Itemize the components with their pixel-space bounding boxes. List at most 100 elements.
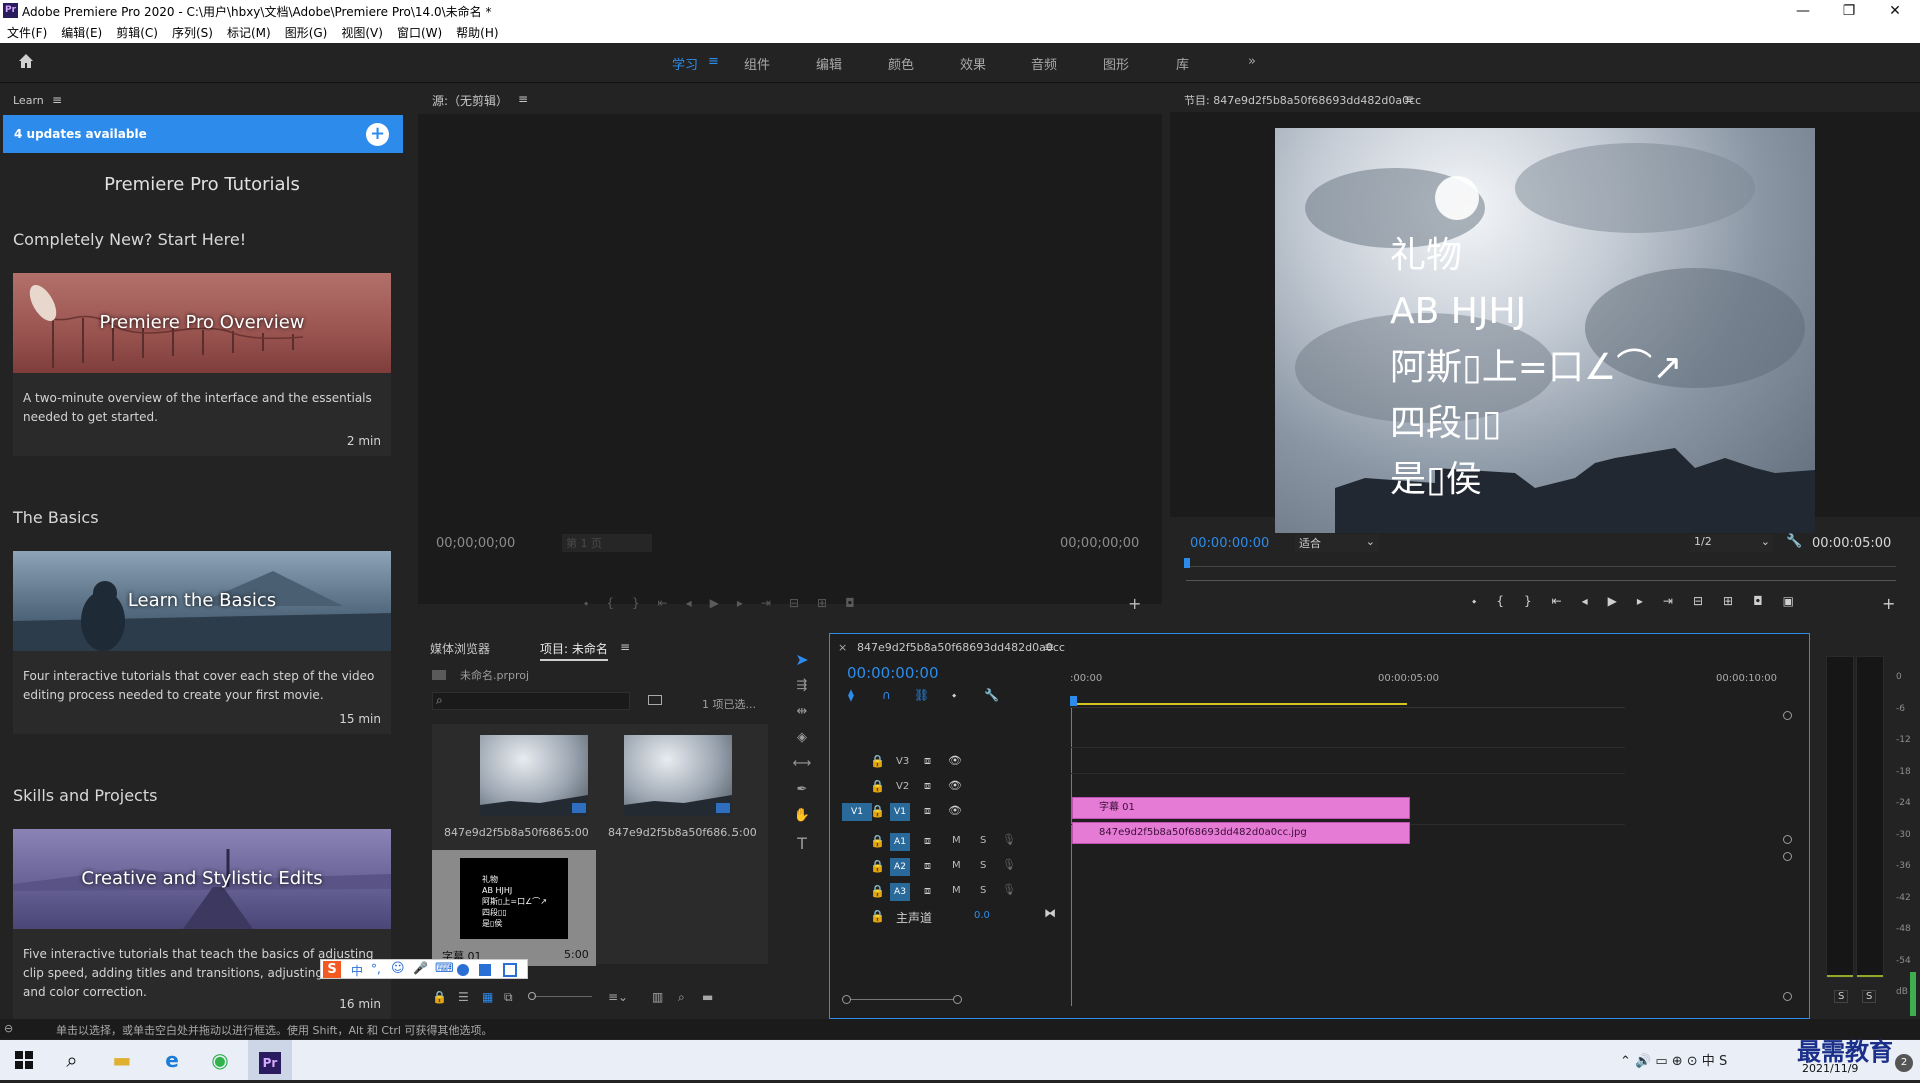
mute-button[interactable]: M bbox=[952, 860, 961, 871]
timeline-timecode[interactable]: 00:00:00:00 bbox=[847, 664, 939, 682]
playhead[interactable] bbox=[1184, 558, 1190, 568]
ime-mode[interactable]: 中 bbox=[351, 962, 363, 979]
search-icon[interactable]: ⌕ bbox=[48, 1040, 96, 1080]
wrench-icon[interactable]: 🔧 bbox=[984, 688, 999, 702]
master-volume[interactable]: 0.0 bbox=[974, 910, 990, 921]
tutorial-card-creative[interactable]: Creative and Stylistic Edits Five intera… bbox=[13, 829, 391, 1019]
home-icon[interactable] bbox=[16, 51, 38, 73]
track-target-v1[interactable]: V1 bbox=[890, 803, 910, 821]
panel-menu-icon[interactable]: ≡ bbox=[620, 640, 630, 654]
workspace-editing[interactable]: 编辑 bbox=[816, 54, 842, 73]
selection-tool-icon[interactable]: ➤ bbox=[792, 650, 812, 669]
ime-emoji-icon[interactable]: ☺ bbox=[391, 961, 405, 976]
workspace-menu-icon[interactable]: ≡ bbox=[708, 54, 719, 69]
sync-lock-icon[interactable]: ⧈ bbox=[924, 859, 931, 873]
ime-punct-icon[interactable]: °, bbox=[371, 962, 381, 976]
windows-start-icon[interactable] bbox=[0, 1040, 48, 1080]
menu-markers[interactable]: 标记(M) bbox=[220, 22, 278, 41]
new-bin-icon[interactable] bbox=[648, 695, 662, 705]
go-to-end-icon[interactable]: ⧓ bbox=[1044, 906, 1056, 920]
type-tool-icon[interactable]: T bbox=[792, 834, 812, 853]
workspace-graphics[interactable]: 图形 bbox=[1103, 54, 1129, 73]
pen-tool-icon[interactable]: ✒ bbox=[792, 782, 812, 797]
track-target-a2[interactable]: A2 bbox=[890, 858, 910, 876]
time-ruler[interactable]: :00:00 00:00:05:00 00:00:10:00 bbox=[1070, 664, 1777, 708]
zoom-slider[interactable] bbox=[528, 989, 594, 1000]
menu-view[interactable]: 视图(V) bbox=[334, 22, 390, 41]
add-button-icon[interactable]: + bbox=[1882, 594, 1895, 613]
nest-icon[interactable]: ⧫ bbox=[848, 688, 854, 702]
lock-icon[interactable]: 🔒 bbox=[870, 754, 886, 768]
system-tray[interactable]: ⌃ 🔊 ▭ ⊕ ⊙ 中 S bbox=[1620, 1050, 1727, 1069]
menu-sequence[interactable]: 序列(S) bbox=[165, 22, 220, 41]
workspace-effects[interactable]: 效果 bbox=[960, 54, 986, 73]
mic-icon[interactable]: 🎙 bbox=[1002, 883, 1016, 896]
tab-media-browser[interactable]: 媒体浏览器 bbox=[430, 640, 490, 657]
maximize-button[interactable]: ❐ bbox=[1826, 0, 1872, 22]
menu-window[interactable]: 窗口(W) bbox=[390, 22, 449, 41]
lock-icon[interactable]: 🔒 bbox=[870, 859, 886, 873]
meter-volume-slider[interactable] bbox=[1910, 972, 1916, 1016]
razor-tool-icon[interactable]: ◈ bbox=[792, 730, 812, 745]
panel-menu-icon[interactable]: ≡ bbox=[518, 92, 528, 106]
add-icon[interactable]: + bbox=[366, 123, 389, 146]
ime-voice-icon[interactable]: 🎤 bbox=[413, 961, 428, 975]
premiere-taskbar-icon[interactable]: Pr bbox=[248, 1040, 292, 1080]
linked-selection-icon[interactable]: ⛓ bbox=[914, 688, 929, 702]
ime-toolbar[interactable]: S 中 °, ☺ 🎤 ⌨ bbox=[320, 959, 528, 979]
file-explorer-icon[interactable]: ▬ bbox=[98, 1040, 146, 1080]
sync-lock-icon[interactable]: ⧈ bbox=[924, 834, 931, 848]
eye-icon[interactable]: 👁 bbox=[948, 779, 962, 792]
ripple-edit-tool-icon[interactable]: ⇹ bbox=[792, 704, 812, 719]
sogou-icon[interactable]: S bbox=[323, 961, 341, 978]
new-bin-icon[interactable]: ▬ bbox=[702, 990, 713, 1004]
notification-icon[interactable]: 2 bbox=[1895, 1054, 1913, 1072]
project-item[interactable]: 礼物 AB HJHJ 阿斯▯上=口∠⌒↗ 四段▯▯ 是▯侯 字幕 01 5:00 bbox=[432, 850, 596, 966]
sync-lock-icon[interactable]: ⧈ bbox=[924, 754, 931, 768]
updates-banner[interactable]: 4 updates available + bbox=[3, 115, 403, 153]
lock-icon[interactable]: 🔒 bbox=[870, 779, 886, 793]
workspace-learn[interactable]: 学习 bbox=[672, 54, 698, 73]
timeline-clip-image[interactable]: 847e9d2f5b8a50f68693dd482d0a0cc.jpg bbox=[1072, 822, 1410, 844]
find-icon[interactable]: ⌕ bbox=[678, 990, 685, 1005]
lock-icon[interactable]: 🔒 bbox=[870, 884, 886, 898]
project-item[interactable]: 847e9d2f5b8a50f686... 5:00 bbox=[600, 726, 762, 844]
add-marker-icon[interactable]: ⬩ bbox=[952, 688, 956, 703]
tutorial-card-overview[interactable]: Premiere Pro Overview A two-minute overv… bbox=[13, 273, 391, 456]
lock-icon[interactable]: 🔒 bbox=[432, 990, 447, 1004]
close-tab-icon[interactable]: × bbox=[838, 641, 847, 654]
sequence-tab[interactable]: 847e9d2f5b8a50f68693dd482d0a0cc bbox=[857, 641, 1065, 654]
icon-view-icon[interactable]: ▦ bbox=[482, 990, 493, 1004]
fit-select[interactable]: 适合 ⌄ bbox=[1295, 534, 1379, 552]
freeform-view-icon[interactable]: ⧉ bbox=[504, 990, 513, 1005]
track-target-a3[interactable]: A3 bbox=[890, 883, 910, 901]
mic-icon[interactable]: 🎙 bbox=[1002, 858, 1016, 871]
tab-project[interactable]: 项目: 未命名 bbox=[540, 640, 608, 661]
workspace-assembly[interactable]: 组件 bbox=[744, 54, 770, 73]
search-input[interactable]: ⌕ bbox=[432, 692, 630, 710]
solo-left-button[interactable]: S bbox=[1834, 990, 1849, 1003]
eye-icon[interactable]: 👁 bbox=[948, 754, 962, 767]
snap-icon[interactable]: ∩ bbox=[882, 688, 891, 702]
close-button[interactable]: ✕ bbox=[1872, 0, 1918, 22]
horizontal-scrollbar[interactable] bbox=[842, 994, 1787, 1006]
project-item[interactable]: 847e9d2f5b8a50f686... 5:00 bbox=[434, 726, 596, 844]
sync-lock-icon[interactable]: ⧈ bbox=[924, 804, 931, 818]
solo-button[interactable]: S bbox=[980, 885, 986, 896]
lock-icon[interactable]: 🔒 bbox=[870, 909, 886, 923]
wechat-icon[interactable]: ◉ bbox=[196, 1040, 244, 1080]
track-target-a1[interactable]: A1 bbox=[890, 833, 910, 851]
program-time-ruler[interactable] bbox=[1186, 566, 1896, 567]
eye-icon[interactable]: 👁 bbox=[948, 804, 962, 817]
page-select[interactable]: 第 1 页 bbox=[562, 534, 652, 552]
mic-icon[interactable]: 🎙 bbox=[1002, 833, 1016, 846]
workspace-audio[interactable]: 音频 bbox=[1031, 54, 1057, 73]
resolution-select[interactable]: 1/2 ⌄ bbox=[1690, 534, 1774, 552]
source-patch-v1[interactable]: V1 bbox=[842, 803, 872, 821]
panel-menu-icon[interactable]: ≡ bbox=[52, 93, 62, 107]
ime-user-icon[interactable] bbox=[457, 964, 469, 976]
track-select-tool-icon[interactable]: ⇶ bbox=[792, 678, 812, 693]
sync-lock-icon[interactable]: ⧈ bbox=[924, 884, 931, 898]
automate-icon[interactable]: ▥ bbox=[652, 990, 663, 1004]
ime-grid-icon[interactable] bbox=[503, 963, 517, 977]
